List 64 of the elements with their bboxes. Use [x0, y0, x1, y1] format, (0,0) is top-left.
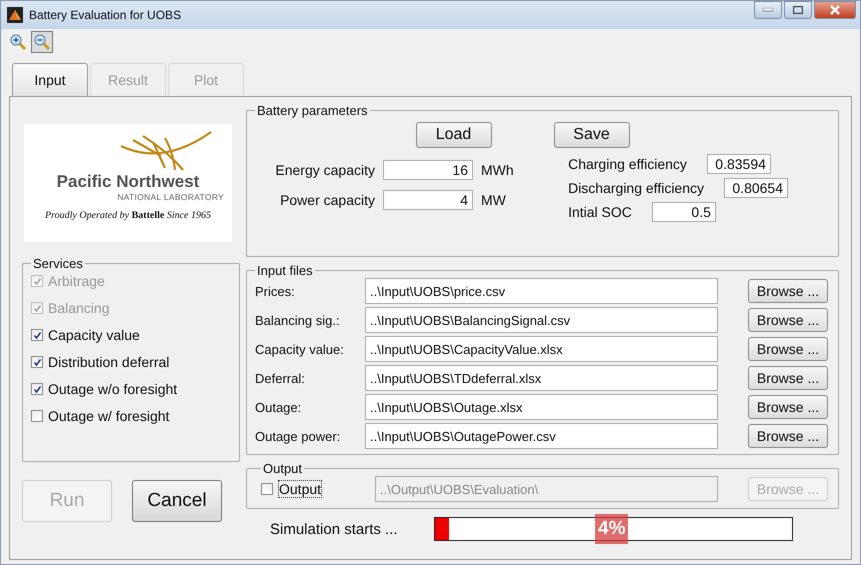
- unit-label: MWh: [481, 162, 515, 178]
- field-label: Charging efficiency: [568, 156, 687, 172]
- checkbox-label: Balancing: [48, 300, 110, 316]
- group-title: Battery parameters: [256, 103, 369, 118]
- status-label: Simulation starts ...: [270, 520, 399, 538]
- window-title: Battery Evaluation for UOBS: [29, 8, 182, 22]
- browse-button[interactable]: Browse ...: [748, 308, 828, 332]
- checkbox[interactable]: [31, 329, 43, 341]
- input-field[interactable]: 0.83594: [706, 154, 771, 174]
- field-label: Power capacity: [279, 192, 375, 208]
- progress-percent: 4%: [595, 514, 628, 544]
- zoom-out-button[interactable]: [31, 31, 53, 53]
- cancel-button[interactable]: Cancel: [132, 480, 222, 522]
- field-label: Capacity value:: [255, 342, 345, 356]
- maximize-icon: [793, 6, 803, 14]
- input-field[interactable]: 4: [383, 190, 473, 210]
- unit-label: MW: [481, 192, 507, 208]
- group-title: Input files: [256, 263, 314, 278]
- browse-button[interactable]: Browse ...: [748, 424, 828, 448]
- browse-button[interactable]: Browse ...: [748, 337, 828, 361]
- browse-button[interactable]: Browse ...: [748, 279, 828, 303]
- file-path-field[interactable]: ..\Input\UOBS\CapacityValue.xlsx: [365, 336, 718, 362]
- browse-button[interactable]: Browse ...: [748, 366, 828, 390]
- checkbox[interactable]: [31, 383, 43, 395]
- checkbox-label: Capacity value: [48, 327, 140, 343]
- input-field[interactable]: 16: [383, 160, 473, 180]
- logo-tagline: Proudly Operated by Battelle Since 1965: [45, 210, 211, 221]
- browse-button[interactable]: Browse ...: [748, 395, 828, 419]
- file-path-field[interactable]: ..\Input\UOBS\Outage.xlsx: [365, 394, 718, 420]
- field-label: Outage power:: [255, 428, 342, 444]
- group-title: Services: [32, 256, 84, 271]
- field-label: Intial SOC: [568, 204, 632, 220]
- file-path-field[interactable]: ..\Input\UOBS\BalancingSignal.csv: [365, 307, 718, 333]
- checkbox-label: Arbitrage: [48, 273, 105, 289]
- save-button[interactable]: Save: [554, 122, 630, 148]
- logo-subtitle: NATIONAL LABORATORY: [117, 192, 224, 202]
- zoom-in-icon: [9, 33, 27, 51]
- tab[interactable]: Input: [12, 63, 88, 96]
- zoom-out-icon: [33, 33, 51, 51]
- checkbox[interactable]: [31, 410, 43, 422]
- field-label: Deferral:: [255, 370, 306, 386]
- maximize-button[interactable]: [784, 1, 812, 19]
- checkbox[interactable]: [31, 356, 43, 368]
- field-label: Prices:: [255, 284, 296, 298]
- file-path-field[interactable]: ..\Input\UOBS\OutagePower.csv: [365, 423, 718, 449]
- file-path-field[interactable]: ..\Input\UOBS\price.csv: [365, 278, 718, 304]
- close-button[interactable]: [814, 1, 856, 19]
- field-label: Balancing sig.:: [255, 312, 341, 328]
- checkbox-label: Outage w/o foresight: [48, 381, 178, 397]
- field-label: Discharging efficiency: [568, 180, 704, 196]
- checkbox-label: Output: [278, 480, 322, 498]
- field-label: Outage:: [255, 400, 302, 414]
- group-title: Output: [262, 461, 304, 476]
- input-field[interactable]: 0.5: [652, 202, 716, 222]
- checkbox-label: Outage w/ foresight: [48, 408, 170, 424]
- logo-name: Pacific Northwest: [56, 172, 200, 192]
- input-field[interactable]: 0.80654: [724, 178, 788, 198]
- minimize-icon: [763, 8, 773, 12]
- app-icon: [7, 7, 23, 23]
- file-path-field[interactable]: ..\Input\UOBS\TDdeferral.xlsx: [365, 365, 718, 391]
- field-label: Energy capacity: [274, 162, 375, 178]
- close-icon: [830, 5, 840, 15]
- checkbox-label: Distribution deferral: [48, 354, 170, 370]
- load-button[interactable]: Load: [416, 122, 492, 148]
